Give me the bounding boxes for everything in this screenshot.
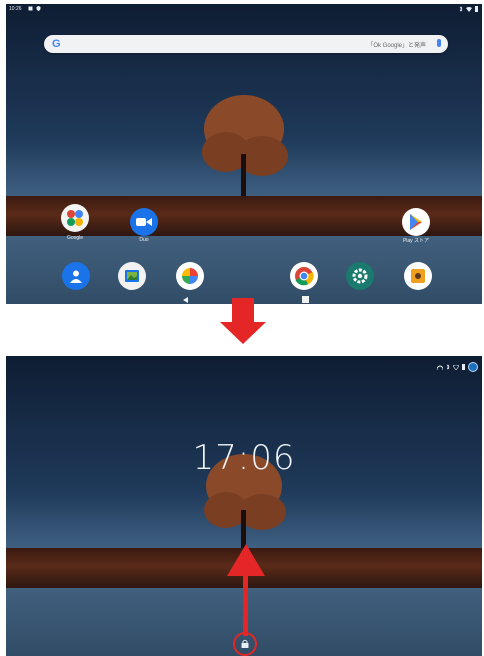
bluetooth-icon [459,6,463,12]
status-bar: 10:26 [6,4,482,14]
wifi-icon [466,6,472,12]
swipe-up-arrow-head [227,544,265,576]
notification-icon [28,6,33,11]
status-icons [459,6,478,12]
chrome-icon [295,267,314,286]
lock-status-icons [437,362,478,372]
mic-icon[interactable] [437,39,441,47]
duo-app[interactable] [130,208,158,236]
contacts-icon [70,270,82,283]
photos-app[interactable] [176,262,204,290]
photos-pinwheel-icon [182,268,198,284]
shield-icon [36,6,41,11]
app-label-google: Google [66,235,84,241]
battery-icon [475,6,478,12]
play-store-icon [410,214,422,230]
lock-icon[interactable] [241,639,249,648]
wifi-icon [453,364,459,370]
music-app[interactable] [404,262,432,290]
user-account-icon[interactable] [468,362,478,372]
google-folder-icon [67,210,83,226]
contacts-app[interactable] [62,262,90,290]
recents-icon[interactable] [302,296,309,303]
battery-icon [462,364,465,370]
app-label-duo: Duo [139,237,149,243]
settings-app[interactable] [346,262,374,290]
back-icon[interactable] [182,296,190,304]
down-arrow-head [220,322,266,344]
music-icon [411,269,425,283]
home-screen: 10:26 G 「Ok Google」と発声 Google Duo Play ス… [6,4,482,304]
status-time: 10:26 [9,6,22,12]
chrome-app[interactable] [290,262,318,290]
gallery-icon [125,270,139,282]
lock-clock: 17:06 [192,438,296,478]
google-folder[interactable] [61,204,89,232]
play-store-app[interactable] [402,208,430,236]
lock-screen: 17:06 [6,356,482,656]
app-label-play-store: Play ストア [402,238,430,244]
duo-video-icon [136,218,152,226]
google-search-bar[interactable]: G 「Ok Google」と発声 [44,35,448,53]
bluetooth-icon [446,364,450,370]
swipe-up-arrow-stem [243,574,248,636]
search-hint: 「Ok Google」と発声 [367,43,426,49]
down-arrow-stem [232,298,254,324]
gallery-app[interactable] [118,262,146,290]
headphone-icon [437,365,443,370]
settings-icon [352,268,368,284]
google-logo: G [52,38,61,50]
